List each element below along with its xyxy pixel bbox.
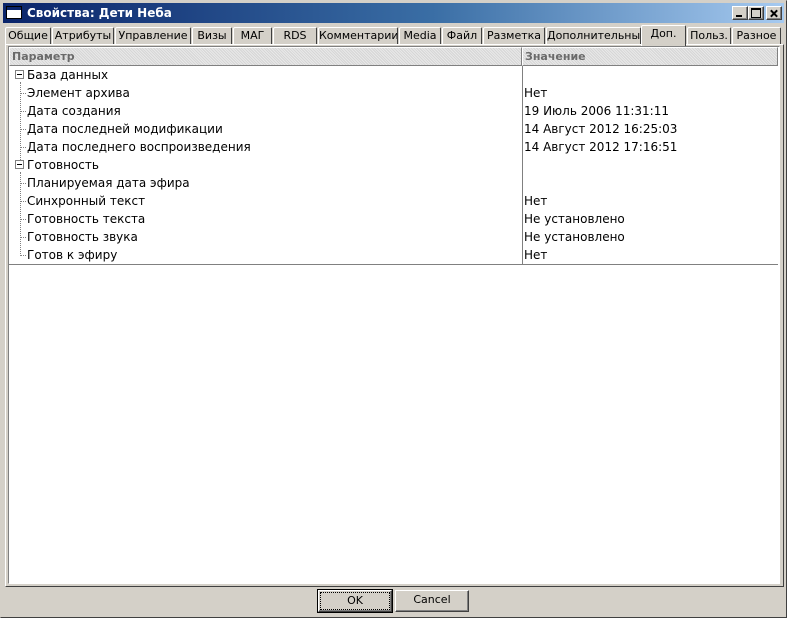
window-title: Свойства: Дети Неба	[27, 6, 172, 20]
param-cell: Готов к эфиру	[27, 248, 118, 262]
table-row[interactable]: Планируемая дата эфира	[9, 174, 778, 192]
table-bottom-line	[9, 264, 778, 265]
tab-markup[interactable]: Разметка	[483, 27, 545, 45]
title-bar[interactable]: Свойства: Дети Неба	[3, 3, 784, 23]
table-row[interactable]: Дата создания 19 Июль 2006 11:31:11	[9, 102, 778, 120]
ok-button-label: OK	[320, 592, 390, 610]
value-cell[interactable]: 14 Август 2012 16:25:03	[524, 120, 677, 138]
param-cell: Элемент архива	[27, 86, 130, 100]
maximize-button[interactable]	[748, 6, 764, 20]
tab-rds[interactable]: RDS	[273, 27, 317, 45]
value-cell[interactable]: 14 Август 2012 17:16:51	[524, 138, 677, 156]
table-row[interactable]: Дата последней модификации 14 Август 201…	[9, 120, 778, 138]
param-cell: Дата создания	[27, 104, 121, 118]
properties-window: Свойства: Дети Неба Общие Атрибуты Управ…	[0, 0, 787, 618]
table-row[interactable]: Дата последнего воспроизведения 14 Авгус…	[9, 138, 778, 156]
minimize-button[interactable]	[732, 6, 748, 20]
ok-button[interactable]: OK	[317, 589, 393, 613]
tab-user[interactable]: Польз.	[687, 27, 731, 45]
collapse-icon[interactable]	[15, 160, 24, 169]
param-cell: Дата последней модификации	[27, 122, 223, 136]
tab-extra[interactable]: Доп.	[641, 25, 686, 46]
group-row-readiness[interactable]: Готовность	[9, 156, 778, 174]
value-cell[interactable]: Не установлено	[524, 210, 625, 228]
value-cell[interactable]: Не установлено	[524, 228, 625, 246]
collapse-icon[interactable]	[15, 70, 24, 79]
param-cell: Готовность звука	[27, 230, 138, 244]
param-cell: Планируемая дата эфира	[27, 176, 190, 190]
cancel-button[interactable]: Cancel	[395, 590, 469, 612]
column-header-value[interactable]: Значение	[522, 47, 778, 66]
table-row[interactable]: Готовность текста Не установлено	[9, 210, 778, 228]
table-row[interactable]: Готов к эфиру Нет	[9, 246, 778, 264]
value-cell[interactable]: Нет	[524, 246, 547, 264]
value-cell[interactable]: 19 Июль 2006 11:31:11	[524, 102, 669, 120]
tab-management[interactable]: Управление	[115, 27, 191, 45]
table-row[interactable]: Готовность звука Не установлено	[9, 228, 778, 246]
window-icon	[6, 6, 22, 19]
tab-attributes[interactable]: Атрибуты	[52, 27, 114, 45]
close-button[interactable]	[766, 6, 782, 20]
table-row[interactable]: Синхронный текст Нет	[9, 192, 778, 210]
value-cell[interactable]: Нет	[524, 192, 547, 210]
tab-media[interactable]: Media	[399, 27, 441, 45]
tab-mag[interactable]: МАГ	[233, 27, 272, 45]
tab-general[interactable]: Общие	[5, 27, 51, 45]
table-row[interactable]: Элемент архива Нет	[9, 84, 778, 102]
param-cell: Дата последнего воспроизведения	[27, 140, 251, 154]
group-row-database[interactable]: База данных	[9, 66, 778, 84]
tab-strip: Общие Атрибуты Управление Визы МАГ RDS К…	[5, 25, 784, 46]
group-label: База данных	[27, 68, 109, 82]
tab-visas[interactable]: Визы	[192, 27, 232, 45]
tab-comments[interactable]: Комментарии	[318, 27, 398, 45]
param-cell: Синхронный текст	[27, 194, 146, 208]
param-cell: Готовность текста	[27, 212, 146, 226]
tab-misc[interactable]: Разное	[732, 27, 781, 45]
value-cell[interactable]: Нет	[524, 84, 547, 102]
tab-additional[interactable]: Дополнительные	[546, 27, 641, 45]
group-label: Готовность	[27, 158, 99, 172]
tab-file[interactable]: Файл	[442, 27, 482, 45]
property-grid[interactable]: Параметр Значение База данных Элемент ар…	[8, 46, 780, 584]
column-header-param[interactable]: Параметр	[9, 47, 522, 66]
